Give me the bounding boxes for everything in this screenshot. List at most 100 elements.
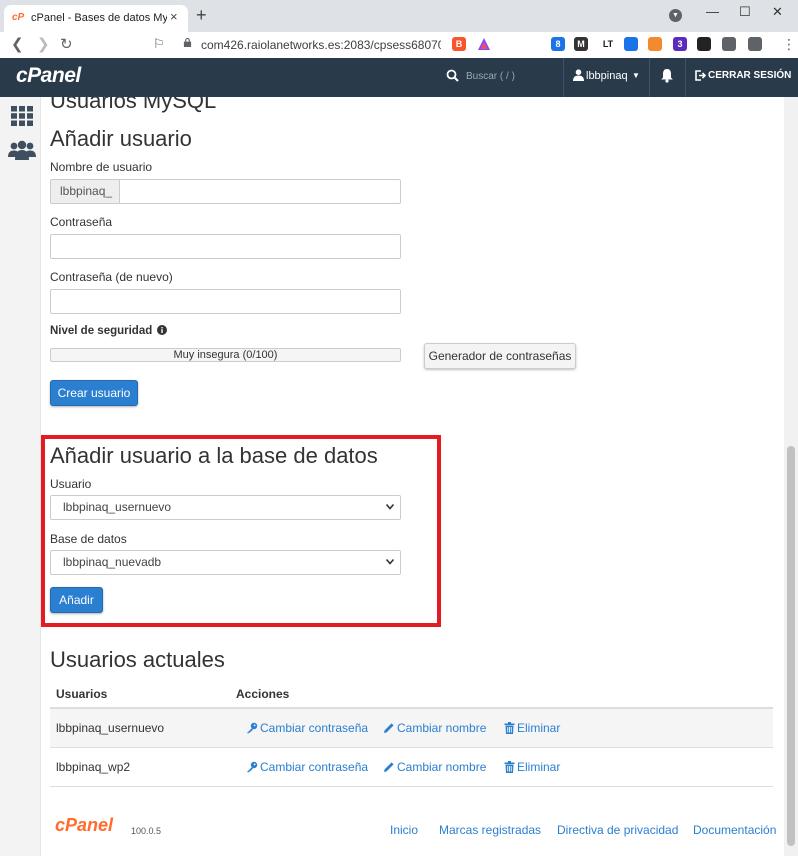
trash-icon <box>504 722 515 734</box>
tab-title: cPanel - Bases de datos MySQL® <box>31 12 167 24</box>
sidebar <box>0 97 41 856</box>
rename-link[interactable]: Cambiar nombre <box>383 760 486 774</box>
caret-down-icon[interactable]: ▼ <box>632 71 640 80</box>
delete-link[interactable]: Eliminar <box>504 760 560 774</box>
change-password-link[interactable]: Cambiar contraseña <box>246 721 368 735</box>
new-tab-icon[interactable]: + <box>196 6 207 24</box>
trash-icon <box>504 761 515 773</box>
footer-version: 100.0.5 <box>131 826 162 836</box>
user-select-value: lbbpinaq_usernuevo <box>63 500 172 514</box>
footer-cpanel-logo: cPanel <box>55 815 114 835</box>
address-bar[interactable]: com426.raiolanetworks.es:2083/cpsess6807… <box>201 38 441 52</box>
password-input[interactable] <box>50 234 401 259</box>
header-divider <box>685 58 686 97</box>
add-user-to-db-heading: Añadir usuario a la base de datos <box>50 443 378 468</box>
extension-play-icon[interactable] <box>624 37 638 51</box>
key-icon <box>247 761 258 773</box>
close-tab-icon[interactable]: × <box>170 10 178 24</box>
create-user-button[interactable]: Crear usuario <box>50 380 138 406</box>
chevron-down-icon <box>386 559 394 565</box>
user-menu[interactable]: lbbpinaq <box>586 70 628 82</box>
page-title: Usuarios MySQL <box>50 97 217 113</box>
change-password-label: Cambiar contraseña <box>260 721 369 735</box>
extension-lt-icon[interactable]: LT <box>601 37 615 51</box>
info-icon[interactable] <box>157 325 168 335</box>
rename-link[interactable]: Cambiar nombre <box>383 721 486 735</box>
pencil-icon <box>384 723 394 733</box>
pencil-icon <box>384 762 394 772</box>
user-select[interactable]: lbbpinaq_usernuevo <box>50 495 401 520</box>
main-content: Usuarios MySQL Añadir usuario Nombre de … <box>41 97 784 856</box>
cpanel-logo[interactable]: cPanel <box>16 64 81 88</box>
apps-grid-icon[interactable] <box>11 106 33 126</box>
reload-icon[interactable]: ↻ <box>60 36 73 54</box>
footer-link-trademarks[interactable]: Marcas registradas <box>439 823 541 837</box>
password-again-input[interactable] <box>50 289 401 314</box>
page-scrollbar[interactable] <box>784 97 798 856</box>
database-select[interactable]: lbbpinaq_nuevadb <box>50 550 401 575</box>
delete-label: Eliminar <box>517 760 561 774</box>
header-divider <box>649 58 650 97</box>
table-body: lbbpinaq_usernuevo Cambiar contraseña Camb… <box>50 709 773 787</box>
extension-layout-icon[interactable] <box>648 37 662 51</box>
logout-button[interactable]: CERRAR SESIÓN <box>708 70 791 81</box>
cpanel-header: cPanel Buscar ( / ) lbbpinaq ▼ CERRAR SE… <box>0 58 798 97</box>
extension-wallet-icon[interactable] <box>748 37 762 51</box>
logout-icon[interactable] <box>695 70 706 81</box>
extension-m-icon[interactable]: M <box>574 37 588 51</box>
minimize-icon[interactable]: — <box>706 4 719 20</box>
browser-menu-icon[interactable]: ⋮ <box>782 36 796 52</box>
password-again-label: Contraseña (de nuevo) <box>50 270 173 284</box>
search-icon[interactable] <box>446 69 459 82</box>
extension-ninja-icon[interactable] <box>697 37 711 51</box>
db-user-label: Usuario <box>50 477 92 491</box>
browser-tab-active[interactable]: cP cPanel - Bases de datos MySQL® × <box>4 5 188 32</box>
add-user-to-db-button[interactable]: Añadir <box>50 587 103 613</box>
footer-link-docs[interactable]: Documentación <box>693 823 776 837</box>
search-input[interactable]: Buscar ( / ) <box>466 71 515 82</box>
password-label: Contraseña <box>50 215 113 229</box>
database-label: Base de datos <box>50 532 127 546</box>
user-icon <box>573 69 584 81</box>
footer-link-home[interactable]: Inicio <box>390 823 418 837</box>
back-icon[interactable]: ❮ <box>11 36 24 54</box>
forward-icon[interactable]: ❯ <box>37 36 50 54</box>
rename-label: Cambiar nombre <box>397 760 487 774</box>
delete-label: Eliminar <box>517 721 561 735</box>
user-name-cell: lbbpinaq_wp2 <box>56 760 131 774</box>
current-users-heading: Usuarios actuales <box>50 647 225 672</box>
username-label: Nombre de usuario <box>50 160 153 174</box>
database-select-value: lbbpinaq_nuevadb <box>63 555 162 569</box>
brave-shield-icon[interactable]: B <box>452 37 466 51</box>
maximize-icon[interactable]: ☐ <box>739 4 751 20</box>
bell-icon[interactable] <box>660 68 674 83</box>
rename-label: Cambiar nombre <box>397 721 487 735</box>
table-header: Usuarios Acciones <box>50 681 773 709</box>
window-close-icon[interactable]: ✕ <box>772 4 783 20</box>
chevron-down-icon <box>386 504 394 510</box>
column-header-users: Usuarios <box>56 687 108 701</box>
user-name-cell: lbbpinaq_usernuevo <box>56 721 165 735</box>
username-input[interactable] <box>119 179 401 204</box>
brave-rewards-icon[interactable] <box>477 37 491 51</box>
password-strength-meter: Muy insegura (0/100) <box>50 348 401 362</box>
users-group-icon[interactable] <box>8 140 36 160</box>
table-row: lbbpinaq_wp2 Cambiar contraseña Cambiar no… <box>50 748 773 787</box>
bookmark-icon[interactable]: ⚐ <box>153 36 165 52</box>
scrollbar-thumb[interactable] <box>787 446 795 846</box>
footer-link-privacy[interactable]: Directiva de privacidad <box>557 823 678 837</box>
header-divider <box>563 58 564 97</box>
column-header-actions: Acciones <box>236 687 290 701</box>
users-table: Usuarios Acciones lbbpinaq_usernuevo Camb… <box>50 681 773 787</box>
password-generator-button[interactable]: Generador de contraseñas <box>424 343 576 369</box>
extension-diamond-icon[interactable]: 3 <box>673 37 687 51</box>
browser-tab-strip: cP cPanel - Bases de datos MySQL® × + ▼ … <box>0 0 798 32</box>
key-icon <box>247 722 258 734</box>
change-password-link[interactable]: Cambiar contraseña <box>246 760 368 774</box>
delete-link[interactable]: Eliminar <box>504 721 560 735</box>
tab-search-icon[interactable]: ▼ <box>669 9 682 22</box>
change-password-label: Cambiar contraseña <box>260 760 369 774</box>
browser-toolbar: ❮ ❯ ↻ ⚐ com426.raiolanetworks.es:2083/cp… <box>0 32 798 58</box>
extension-puzzle-icon[interactable] <box>722 37 736 51</box>
extension-badge-icon[interactable]: 8 <box>551 37 565 51</box>
